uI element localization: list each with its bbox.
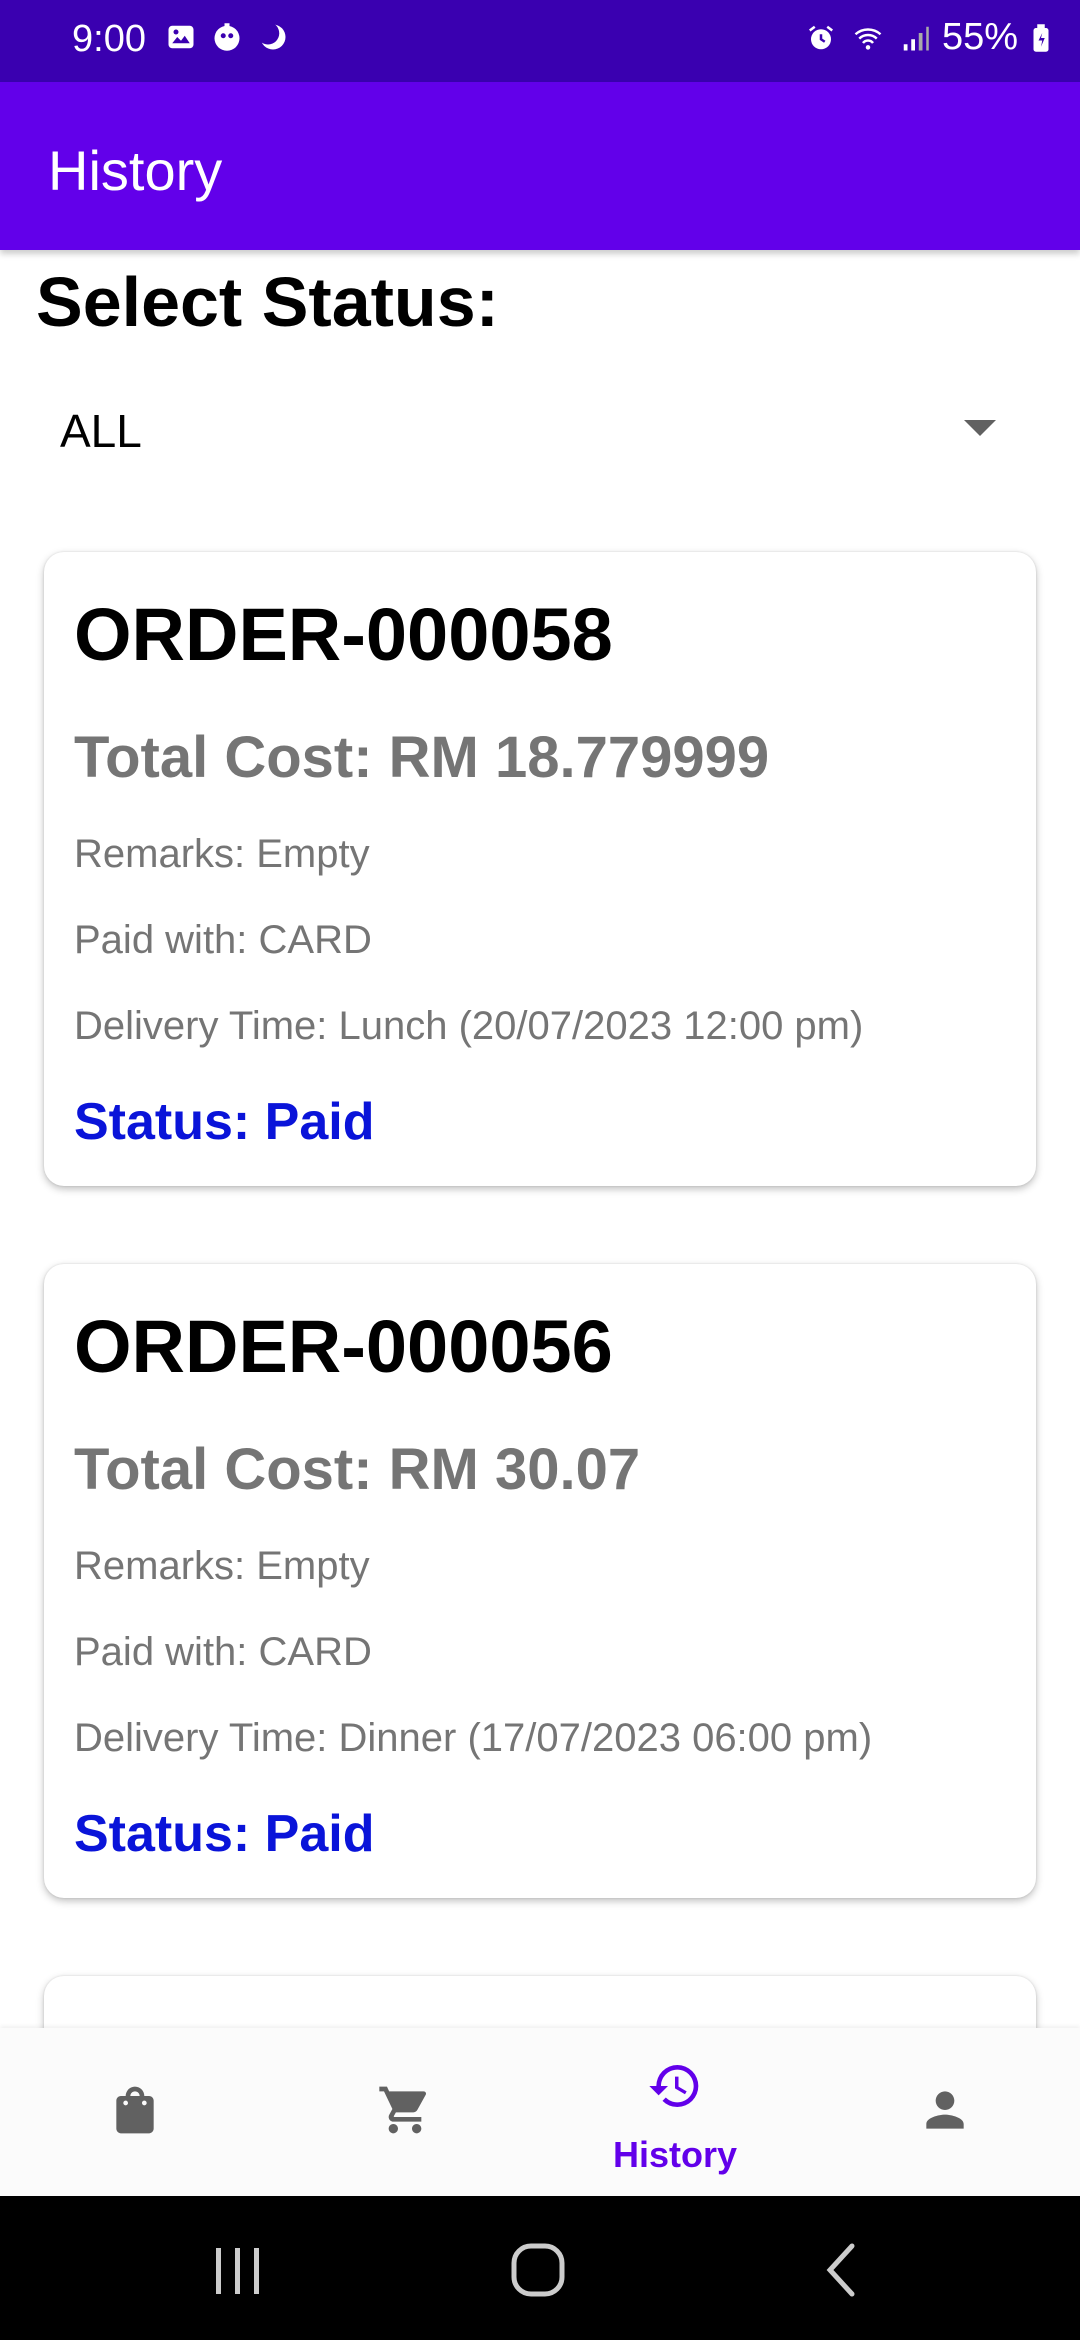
order-id: ORDER-000056	[74, 1305, 613, 1388]
status-time: 9:00	[72, 18, 146, 60]
order-payment: Paid with: CARD	[74, 1630, 372, 1674]
cart-icon	[379, 2086, 427, 2134]
signal-icon	[903, 26, 929, 50]
order-delivery-time: Delivery Time: Dinner (17/07/2023 06:00 …	[74, 1716, 873, 1760]
order-total: Total Cost: RM 18.779999	[74, 725, 770, 790]
nav-item-cart[interactable]	[270, 2028, 540, 2196]
gallery-icon	[168, 25, 194, 49]
wifi-icon	[854, 27, 882, 50]
order-status: Status: Paid	[74, 1093, 375, 1151]
page-title: History	[48, 139, 223, 202]
dropdown-arrow-icon	[964, 420, 996, 436]
order-delivery-time: Delivery Time: Lunch (20/07/2023 12:00 p…	[74, 1004, 864, 1048]
order-status: Status: Paid	[74, 1805, 375, 1863]
battery-percent: 55%	[941, 16, 1018, 58]
order-remarks: Remarks: Empty	[74, 1544, 370, 1588]
nav-item-profile[interactable]	[810, 2028, 1080, 2196]
bottom-navigation: History	[0, 2028, 1080, 2196]
person-icon	[926, 2091, 964, 2129]
status-dropdown[interactable]: ALL	[36, 386, 1026, 472]
order-card[interactable]: ORDER-000058 Total Cost: RM 18.779999 Re…	[44, 552, 1036, 1186]
nav-item-history[interactable]: History	[540, 2028, 810, 2196]
battery-icon	[1033, 23, 1049, 52]
back-icon[interactable]	[812, 2240, 872, 2300]
app-bar: History	[0, 82, 1080, 250]
status-bar: 9:00 55%	[0, 0, 1080, 82]
order-total: Total Cost: RM 30.07	[74, 1437, 641, 1502]
order-card[interactable]: ORDER-000056 Total Cost: RM 30.07 Remark…	[44, 1264, 1036, 1898]
alarm-icon	[808, 25, 833, 49]
app-icon	[214, 23, 240, 51]
order-id: ORDER-000058	[74, 593, 613, 676]
status-dropdown-value: ALL	[60, 405, 142, 457]
history-icon	[649, 2065, 699, 2107]
moon-icon	[258, 22, 286, 50]
system-navigation-bar	[0, 2196, 1080, 2340]
recent-apps-icon[interactable]	[208, 2240, 268, 2300]
order-payment: Paid with: CARD	[74, 918, 372, 962]
shopping-bag-icon	[116, 2086, 154, 2134]
status-left-icons	[166, 22, 288, 52]
home-icon[interactable]	[508, 2240, 568, 2300]
order-remarks: Remarks: Empty	[74, 832, 370, 876]
select-status-label: Select Status:	[36, 263, 499, 341]
nav-item-shop[interactable]	[0, 2028, 270, 2196]
status-right-icons: 55%	[806, 16, 1052, 59]
nav-item-label: History	[612, 2134, 738, 2175]
